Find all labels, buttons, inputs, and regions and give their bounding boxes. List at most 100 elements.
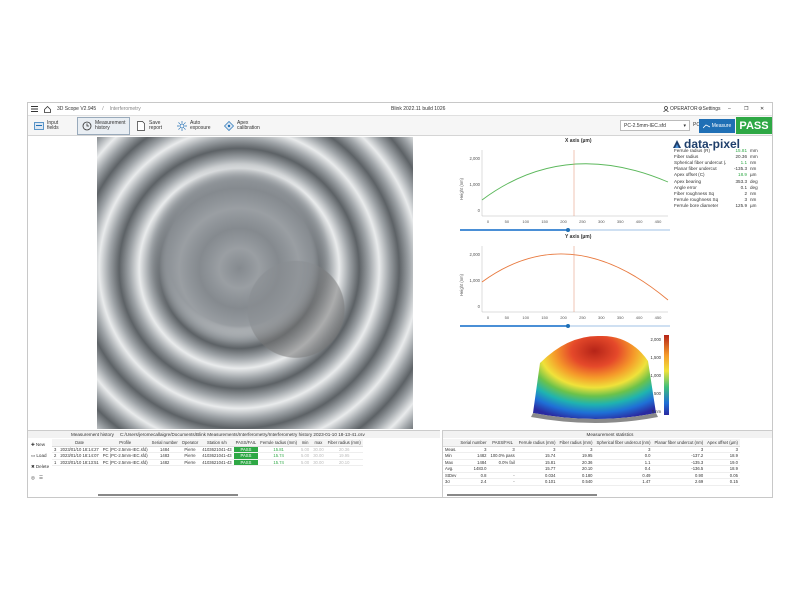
measurement-history-button[interactable]: Measurement history — [77, 116, 130, 135]
new-icon: ✚ — [31, 441, 35, 447]
column-header[interactable]: Apex offset (µm) — [705, 439, 740, 447]
delete-button[interactable]: ✖ Delete — [28, 461, 50, 472]
column-header[interactable]: Fiber radius (mm) — [325, 439, 363, 447]
y-slider-handle[interactable] — [566, 324, 570, 328]
column-header[interactable]: Serial number — [458, 439, 489, 447]
history-title: Measurement history — [71, 432, 114, 437]
minimize-icon[interactable]: – — [725, 103, 734, 116]
column-header[interactable]: Fiber radius (mm) — [557, 439, 595, 447]
table-cell: 0.15 — [705, 478, 740, 486]
app-name: 3D Scope V2.945 — [57, 106, 97, 112]
hamburger-menu-icon[interactable] — [28, 103, 41, 116]
column-header[interactable]: PASS/FAIL — [233, 439, 259, 447]
xtick-label: 400 — [636, 219, 643, 224]
xtick-label: 450 — [655, 315, 662, 320]
calibration-icon — [224, 120, 234, 131]
column-header[interactable]: Ferrule radius (mm) — [258, 439, 300, 447]
column-header[interactable]: Serial number — [149, 439, 180, 447]
column-header[interactable]: Profile — [100, 439, 150, 447]
save-report-button[interactable]: Save report — [132, 117, 171, 135]
home-icon[interactable] — [41, 103, 54, 116]
column-header[interactable]: Operator — [179, 439, 201, 447]
column-header[interactable]: Ferrule radius (mm) — [516, 439, 558, 447]
x-ytick: 2,000 — [470, 156, 481, 161]
x-profile-chart[interactable]: Height (nm) 2,000 1,000 0 0 50 100 150 200 25… — [458, 144, 672, 229]
analysis-panel: X axis (µm) Height (nm) 2,000 1,000 0 05… — [458, 137, 772, 429]
statistics-scrollbar[interactable] — [447, 494, 597, 496]
surface-shape — [533, 335, 656, 419]
measurement-row: Ferrule bore diameter 125.9 µm — [674, 203, 770, 209]
new-button[interactable]: ✚ New — [28, 439, 50, 450]
table-cell: 2023/01/10 18:14:07 — [58, 452, 101, 460]
measurement-row: Angle error 0.1 deg — [674, 184, 770, 190]
restore-icon[interactable]: ❐ — [741, 103, 751, 116]
measurement-row: Fiber roughness Sq 2 nm — [674, 190, 770, 196]
y-ytick: 0 — [478, 304, 481, 309]
measurement-row: Apex bearing 353.3 deg — [674, 178, 770, 184]
measurement-label: Fiber radius — [674, 153, 699, 159]
measurement-label: Apex bearing — [674, 178, 702, 184]
colorbar-tick: 2,000 — [651, 337, 662, 342]
column-header[interactable]: Planar fiber undercut (nm) — [652, 439, 706, 447]
measurement-results: Ferrule radius (R) 15.81 mm Fiber radius 20.… — [674, 147, 770, 209]
x-slider-handle[interactable] — [566, 228, 570, 232]
list-icon[interactable]: ☰ — [39, 475, 43, 481]
measurement-label: Planar fiber undercut — [674, 166, 717, 172]
apex-calibration-button[interactable]: Apex calibration — [220, 117, 269, 135]
xtick-label: 200 — [560, 219, 567, 224]
history-actions: ✚ New ▭ Load ✖ Delete ◎ ☰ — [28, 439, 50, 483]
table-cell: PC (PC-2.5mm-IEC.sfd) — [100, 459, 150, 466]
column-header[interactable]: max — [311, 439, 326, 447]
column-header[interactable]: Date — [58, 439, 101, 447]
history-row[interactable]: 2 2023/01/10 18:14:07 PC (PC-2.5mm-IEC.sfd… — [52, 452, 363, 460]
measurement-unit: nm — [750, 190, 757, 196]
table-cell: 4103621041-43 — [200, 459, 234, 466]
column-header[interactable] — [443, 439, 459, 447]
table-cell: Pierre — [179, 459, 201, 466]
close-icon[interactable]: ✕ — [757, 103, 767, 116]
profile-select[interactable]: PC-2.5mm-IEC.sfd ▾ — [620, 120, 690, 131]
statistics-title: Measurement statistics — [586, 432, 634, 437]
statistics-row[interactable]: 3σ 2.4-0.101 0.540 1.47 2.69 0.15 — [443, 478, 740, 486]
measurement-unit: mm — [750, 153, 758, 159]
measurement-unit: deg — [750, 184, 758, 190]
measurement-value: 0.1 — [740, 184, 747, 190]
measurement-unit: nm — [750, 197, 757, 203]
measurement-row: Fiber radius 20.36 mm — [674, 153, 770, 159]
table-cell: 0.101 — [516, 478, 558, 486]
table-cell: 15.74 — [258, 459, 300, 466]
history-scrollbar[interactable] — [98, 494, 238, 496]
xtick-label: 0 — [487, 315, 490, 320]
y-ytick: 2,000 — [470, 252, 481, 257]
xtick-label: 50 — [505, 219, 510, 224]
interferogram-image[interactable] — [97, 137, 413, 429]
y-profile-chart[interactable]: Height (nm) 2,000 1,000 0 0 50 100 150 200 25… — [458, 240, 672, 325]
measurement-label: Apex offset (C) — [674, 172, 705, 178]
xtick-label: 100 — [522, 219, 529, 224]
clock-icon — [82, 121, 92, 131]
settings-button[interactable]: ⚙ Settings — [695, 103, 724, 116]
measurement-row: Ferrule roughness Sq 3 nm — [674, 197, 770, 203]
y-chart-xticks: 0 50 100 150 200 250 300 350 400 450 — [487, 315, 662, 320]
auto-exposure-label: Auto exposure — [190, 119, 211, 131]
column-header[interactable]: min — [299, 439, 312, 447]
measure-button[interactable]: Measure — [699, 119, 735, 133]
input-fields-button[interactable]: Input fields — [30, 117, 75, 135]
colorbar-tick: 1,500 — [651, 355, 662, 360]
table-cell: 5.00 — [299, 459, 312, 466]
column-header[interactable]: Station s/n — [200, 439, 234, 447]
measurement-unit: deg — [750, 178, 758, 184]
view-icon[interactable]: ◎ — [31, 475, 35, 481]
xtick-label: 450 — [655, 219, 662, 224]
load-button[interactable]: ▭ Load — [28, 450, 50, 461]
column-header[interactable]: PASS/FAIL — [488, 439, 517, 447]
auto-exposure-button[interactable]: Auto exposure — [173, 117, 218, 135]
column-header[interactable]: Spherical fiber undercut (nm) — [594, 439, 653, 447]
table-cell: 4103621041-43 — [200, 452, 234, 460]
table-cell: 2.4 — [458, 478, 489, 486]
breadcrumb-tab[interactable]: Interferometry — [107, 103, 144, 116]
history-row[interactable]: 3 2023/01/10 18:14:27 PC (PC-2.5mm-IEC.sfd… — [52, 446, 363, 453]
pass-status-badge: PASS — [736, 117, 772, 134]
history-row[interactable]: 1 2023/01/10 18:13:51 PC (PC-2.5mm-IEC.sfd… — [52, 459, 363, 466]
3d-surface-view[interactable]: 2,000 1,500 1,000 500 0 nm — [518, 333, 698, 425]
